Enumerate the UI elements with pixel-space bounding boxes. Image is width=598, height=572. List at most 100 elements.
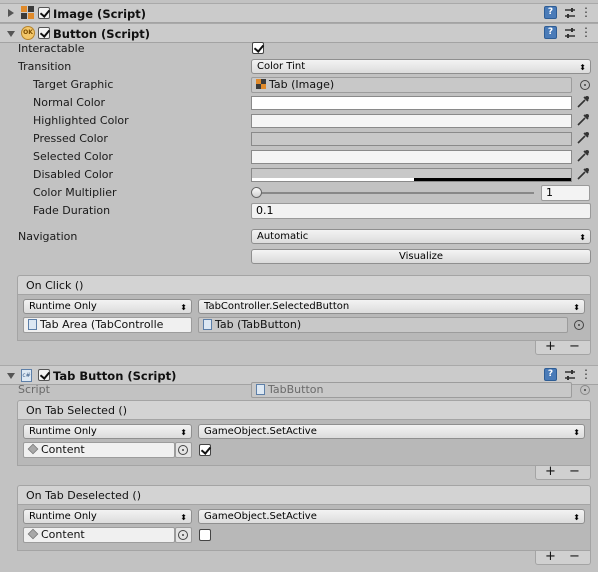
image-enabled-checkbox[interactable]	[38, 7, 50, 19]
pressed-color-swatch[interactable]	[251, 132, 572, 146]
foldout-expanded-icon[interactable]	[7, 373, 15, 379]
selected-color-swatch[interactable]	[251, 150, 572, 164]
target-graphic-label: Target Graphic	[33, 78, 114, 91]
eyedropper-icon[interactable]	[576, 167, 590, 181]
on-tab-selected-runtime-value: Runtime Only	[29, 426, 97, 437]
on-click-function-dropdown[interactable]: TabController.SelectedButton ⬍	[198, 299, 585, 314]
remove-event-button[interactable]: −	[569, 464, 580, 479]
target-graphic-field[interactable]: Tab (Image)	[251, 77, 572, 93]
transition-dropdown[interactable]: Color Tint ⬍	[251, 59, 591, 74]
color-multiplier-track[interactable]	[256, 192, 534, 194]
navigation-value: Automatic	[257, 231, 309, 242]
on-tab-selected-argument-checkbox[interactable]	[199, 444, 211, 456]
transition-value: Color Tint	[257, 61, 306, 72]
button-component-title: Button (Script)	[53, 27, 150, 41]
tab-button-enabled-checkbox[interactable]	[38, 369, 50, 381]
remove-event-button[interactable]: −	[569, 549, 580, 564]
interactable-checkbox[interactable]	[252, 42, 264, 54]
navigation-label: Navigation	[18, 230, 78, 243]
normal-color-swatch[interactable]	[251, 96, 572, 110]
dropdown-arrow-icon: ⬍	[573, 303, 580, 312]
on-tab-deselected-object-field[interactable]: Content	[23, 527, 175, 543]
eyedropper-icon[interactable]	[576, 131, 590, 145]
on-click-runtime-dropdown[interactable]: Runtime Only ⬍	[23, 299, 192, 314]
eyedropper-icon[interactable]	[576, 113, 590, 127]
highlighted-color-label: Highlighted Color	[33, 114, 129, 127]
on-tab-selected-function-value: GameObject.SetActive	[204, 426, 317, 437]
object-picker-icon[interactable]	[574, 320, 584, 330]
on-click-object-field[interactable]: Tab Area (TabControlle	[23, 317, 192, 333]
on-tab-deselected-argument-checkbox[interactable]	[199, 529, 211, 541]
disabled-alpha-bar-dark	[414, 178, 571, 181]
button-component-header[interactable]: OK Button (Script) ? ⋮	[0, 23, 598, 43]
script-icon	[28, 319, 37, 330]
presets-icon[interactable]	[564, 27, 576, 39]
image-component-title: Image (Script)	[53, 7, 147, 21]
on-tab-selected-picker[interactable]	[175, 442, 192, 458]
presets-icon[interactable]	[564, 7, 576, 19]
on-click-argument-field[interactable]: Tab (TabButton)	[198, 317, 568, 333]
add-event-button[interactable]: +	[545, 339, 556, 354]
help-icon[interactable]: ?	[544, 6, 557, 19]
on-tab-deselected-object-value: Content	[41, 528, 85, 541]
dropdown-arrow-icon: ⬍	[180, 303, 187, 312]
help-icon[interactable]: ?	[544, 26, 557, 39]
on-tab-deselected-function-dropdown[interactable]: GameObject.SetActive ⬍	[198, 509, 585, 524]
on-tab-deselected-runtime-dropdown[interactable]: Runtime Only ⬍	[23, 509, 192, 524]
script-field: TabButton	[251, 382, 572, 398]
on-tab-selected-list-controls: + −	[535, 464, 591, 480]
on-tab-selected-function-dropdown[interactable]: GameObject.SetActive ⬍	[198, 424, 585, 439]
disabled-color-swatch[interactable]	[251, 168, 572, 182]
on-tab-deselected-list-controls: + −	[535, 549, 591, 565]
highlighted-color-swatch[interactable]	[251, 114, 572, 128]
eyedropper-icon[interactable]	[576, 149, 590, 163]
script-icon: c#	[21, 369, 32, 382]
on-tab-selected-runtime-dropdown[interactable]: Runtime Only ⬍	[23, 424, 192, 439]
script-icon	[203, 319, 212, 330]
on-tab-selected-body: Runtime Only ⬍ GameObject.SetActive ⬍ Co…	[17, 420, 591, 466]
help-icon[interactable]: ?	[544, 368, 557, 381]
gameobject-icon	[27, 528, 39, 540]
script-value: TabButton	[268, 383, 324, 396]
color-multiplier-slider-handle[interactable]	[251, 187, 262, 198]
gear-icon[interactable]: ⋮	[580, 6, 593, 19]
add-event-button[interactable]: +	[545, 549, 556, 564]
on-tab-selected-header: On Tab Selected ()	[17, 400, 591, 420]
color-multiplier-value[interactable]: 1	[541, 185, 590, 201]
dropdown-arrow-icon: ⬍	[579, 233, 586, 242]
object-picker-icon	[580, 385, 590, 395]
navigation-dropdown[interactable]: Automatic ⬍	[251, 229, 591, 244]
normal-color-label: Normal Color	[33, 96, 106, 109]
on-tab-selected-object-field[interactable]: Content	[23, 442, 175, 458]
on-tab-deselected-picker[interactable]	[175, 527, 192, 543]
gear-icon[interactable]: ⋮	[580, 368, 593, 381]
image-component-header[interactable]: Image (Script) ? ⋮	[0, 3, 598, 23]
add-event-button[interactable]: +	[545, 464, 556, 479]
on-click-argument-value: Tab (TabButton)	[215, 318, 302, 331]
on-click-runtime-value: Runtime Only	[29, 301, 97, 312]
dropdown-arrow-icon: ⬍	[579, 63, 586, 72]
on-tab-deselected-body: Runtime Only ⬍ GameObject.SetActive ⬍ Co…	[17, 505, 591, 551]
fade-duration-field[interactable]: 0.1	[251, 203, 591, 219]
target-graphic-value: Tab (Image)	[269, 78, 335, 91]
visualize-button[interactable]: Visualize	[251, 249, 591, 264]
remove-event-button[interactable]: −	[569, 339, 580, 354]
script-icon	[256, 384, 265, 395]
gameobject-icon	[27, 443, 39, 455]
button-enabled-checkbox[interactable]	[38, 27, 50, 39]
object-picker-icon[interactable]	[580, 80, 590, 90]
object-picker-icon[interactable]	[178, 530, 188, 540]
disabled-alpha-bar	[252, 178, 414, 181]
image-component-icon	[21, 6, 34, 19]
fade-duration-label: Fade Duration	[33, 204, 111, 217]
object-picker-icon[interactable]	[178, 445, 188, 455]
dropdown-arrow-icon: ⬍	[180, 513, 187, 522]
dropdown-arrow-icon: ⬍	[180, 428, 187, 437]
foldout-expanded-icon[interactable]	[7, 31, 15, 37]
gear-icon[interactable]: ⋮	[580, 26, 593, 39]
presets-icon[interactable]	[564, 369, 576, 381]
dropdown-arrow-icon: ⬍	[573, 513, 580, 522]
eyedropper-icon[interactable]	[576, 95, 590, 109]
foldout-collapsed-icon[interactable]	[8, 9, 14, 17]
transition-label: Transition	[18, 60, 72, 73]
